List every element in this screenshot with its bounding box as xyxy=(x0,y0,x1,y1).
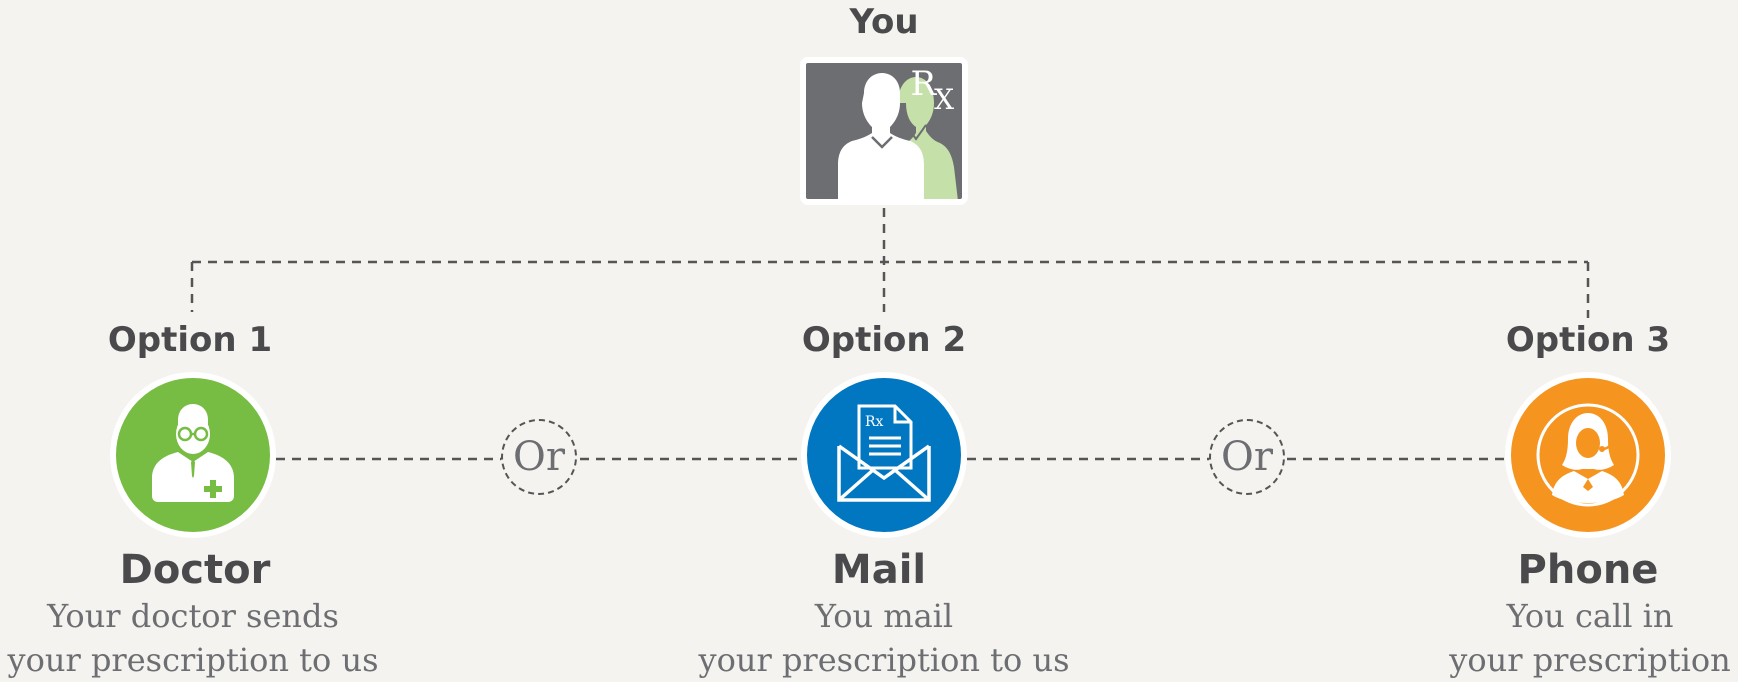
option-2-circle: Rx xyxy=(801,372,967,538)
option-3-name: Phone xyxy=(1517,547,1659,593)
mail-rx-text: Rx xyxy=(865,414,884,430)
option-2-title: Option 2 xyxy=(801,320,967,360)
doctor-icon xyxy=(152,404,234,502)
option-1-description-line1: Your doctor sends xyxy=(47,597,339,635)
phone-operator-icon xyxy=(1536,403,1640,507)
options-diagram: You RX Option 1 Doctor Your doctor sends… xyxy=(0,0,1738,679)
option-2-name: Mail xyxy=(831,547,927,593)
option-2-description-line1: You mail xyxy=(814,597,954,635)
mail-icon: Rx xyxy=(837,404,931,502)
option-3-title: Option 3 xyxy=(1505,320,1671,360)
option-3-description-line1: You call in xyxy=(1506,597,1674,635)
option-1-name: Doctor xyxy=(119,547,271,593)
rx-x-letter: X xyxy=(934,83,954,116)
option-2-description-line2: your prescription to us xyxy=(698,641,1070,679)
or-separator-1: Or xyxy=(501,419,577,495)
option-3-circle xyxy=(1505,372,1671,538)
option-1-title: Option 1 xyxy=(107,320,273,360)
rx-r-letter: R xyxy=(910,64,937,104)
you-label: You xyxy=(849,2,919,42)
option-3-description: You call in your prescription xyxy=(1380,594,1738,682)
option-1-description-line2: your prescription to us xyxy=(7,641,379,679)
option-3-description-line2: your prescription xyxy=(1449,641,1731,679)
patients-rx-image: RX xyxy=(800,57,968,205)
rx-symbol: RX xyxy=(910,64,954,116)
option-1-description: Your doctor sends your prescription to u… xyxy=(0,594,403,682)
or-separator-2: Or xyxy=(1209,419,1285,495)
option-2-description: You mail your prescription to us xyxy=(674,594,1094,682)
option-1-circle xyxy=(110,372,276,538)
